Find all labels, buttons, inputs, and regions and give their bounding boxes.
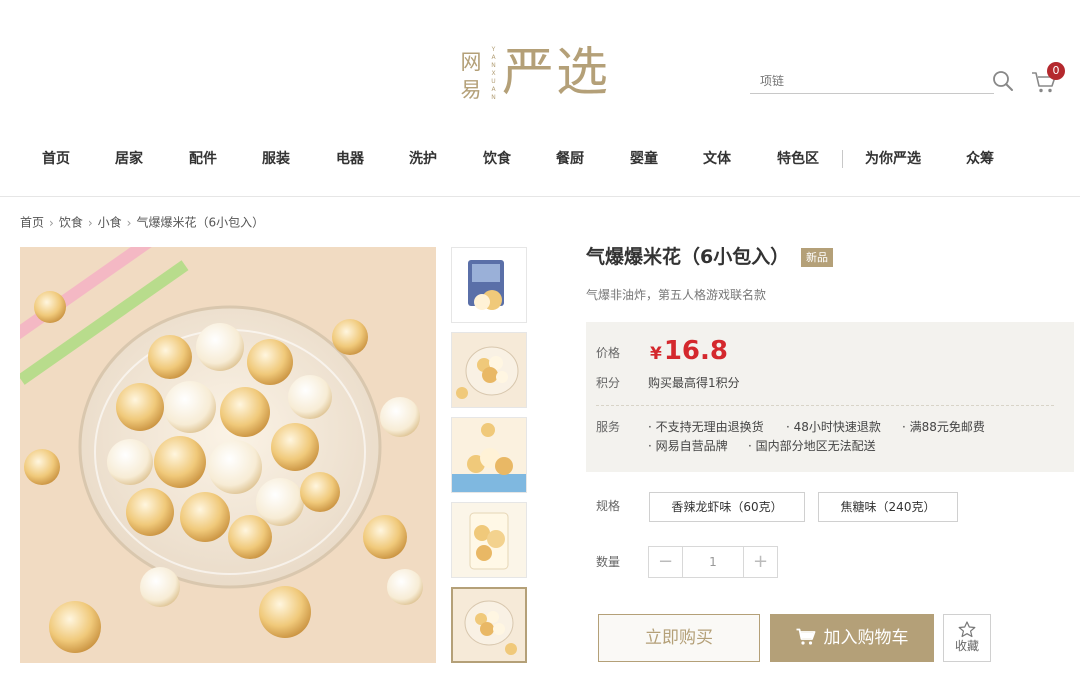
logo-yanxuan: 严选 (502, 43, 611, 103)
price-value: 16.8 (663, 336, 728, 366)
service-label: 服务 (596, 420, 621, 434)
product-price: ¥16.8 (650, 336, 728, 369)
price-label: 价格 (596, 346, 621, 360)
nav-item-crowdfunding[interactable]: 众筹 (966, 142, 994, 176)
nav-item-for-you[interactable]: 为你严选 (865, 142, 921, 176)
cart-icon (796, 628, 815, 645)
price-panel: 价格 ¥16.8 积分 购买最高得1积分 服务 · 不支持无理由退换货 · 48… (586, 322, 1074, 472)
star-icon (958, 621, 976, 638)
thumbnail-4[interactable] (451, 502, 527, 578)
service-item: · 网易自营品牌 (648, 439, 728, 453)
nav-item-home[interactable]: 首页 (42, 142, 70, 176)
spec-option-spicy-lobster[interactable]: 香辣龙虾味（60克） (649, 492, 805, 522)
spec-label: 规格 (596, 499, 621, 513)
decrease-button[interactable]: − (649, 547, 683, 577)
chevron-right-icon: › (49, 215, 54, 230)
thumbnail-2[interactable] (451, 332, 527, 408)
breadcrumb-home[interactable]: 首页 (20, 216, 44, 230)
logo-wangyi: 网易 (460, 50, 482, 102)
nav-item-baby[interactable]: 婴童 (630, 142, 658, 176)
thumbnail-5[interactable] (451, 587, 527, 663)
product-title: 气爆爆米花（6小包入） (586, 246, 790, 268)
logo-vertical-text: YANXUAN (491, 46, 497, 101)
header-divider (0, 196, 1080, 197)
favorite-button[interactable]: 收藏 (943, 614, 991, 662)
service-item: · 满88元免邮费 (902, 420, 985, 434)
thumbnail-1[interactable] (451, 247, 527, 323)
increase-button[interactable]: + (743, 547, 777, 577)
nav-item-food[interactable]: 饮食 (483, 142, 511, 176)
new-product-badge: 新品 (801, 248, 833, 267)
breadcrumb: 首页 › 饮食 › 小食 › 气爆爆米花（6小包入） (20, 213, 264, 232)
spec-option-caramel[interactable]: 焦糖味（240克） (818, 492, 958, 522)
add-to-cart-button[interactable]: 加入购物车 (770, 614, 934, 662)
currency-symbol: ¥ (650, 344, 662, 364)
price-panel-divider (596, 405, 1054, 406)
nav-item-personal-care[interactable]: 洗护 (409, 142, 437, 176)
search-icon[interactable] (992, 70, 1014, 92)
points-label: 积分 (596, 376, 621, 390)
nav-divider (842, 150, 843, 168)
add-to-cart-label: 加入购物车 (823, 628, 909, 648)
cart-count-badge: 0 (1047, 62, 1065, 80)
nav-item-kitchen[interactable]: 餐厨 (556, 142, 584, 176)
buy-now-button[interactable]: 立即购买 (598, 614, 760, 662)
search-box (750, 70, 994, 94)
nav-item-specialty[interactable]: 特色区 (777, 142, 819, 176)
quantity-input[interactable]: 1 (683, 547, 743, 577)
nav-item-accessories[interactable]: 配件 (189, 142, 217, 176)
breadcrumb-current: 气爆爆米花（6小包入） (136, 215, 265, 230)
points-text: 购买最高得1积分 (648, 376, 740, 390)
nav-item-home-living[interactable]: 居家 (115, 142, 143, 176)
search-input[interactable] (750, 71, 980, 91)
thumbnail-3[interactable] (451, 417, 527, 493)
service-item: · 48小时快速退款 (786, 420, 881, 434)
breadcrumb-snacks[interactable]: 小食 (98, 216, 122, 230)
service-item: · 不支持无理由退换货 (648, 420, 764, 434)
quantity-label: 数量 (596, 555, 621, 569)
product-main-image (20, 247, 436, 663)
service-item: · 国内部分地区无法配送 (748, 439, 876, 453)
nav-item-stationery[interactable]: 文体 (703, 142, 731, 176)
quantity-stepper: − 1 + (648, 546, 778, 578)
product-subtitle: 气爆非油炸，第五人格游戏联名款 (586, 288, 767, 302)
nav-item-appliances[interactable]: 电器 (336, 142, 364, 176)
logo[interactable]: 网易 YANXUAN 严选 (458, 40, 638, 112)
chevron-right-icon: › (126, 215, 132, 230)
breadcrumb-food[interactable]: 饮食 (59, 216, 83, 230)
chevron-right-icon: › (87, 215, 93, 230)
main-nav: 首页 居家 配件 服装 电器 洗护 饮食 餐厨 婴童 文体 特色区 为你严选 众… (0, 142, 1080, 176)
favorite-label: 收藏 (954, 639, 979, 653)
nav-item-apparel[interactable]: 服装 (262, 142, 290, 176)
